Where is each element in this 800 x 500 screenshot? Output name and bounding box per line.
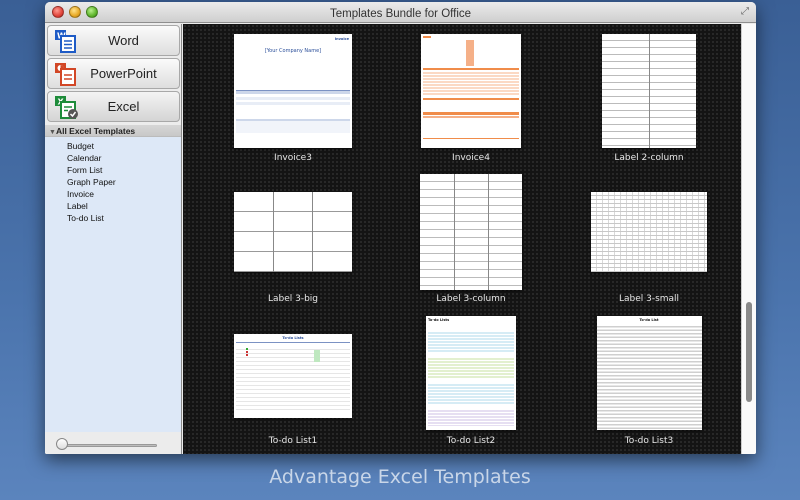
template-preview bbox=[602, 34, 696, 148]
template-caption: To-do List2 bbox=[446, 436, 496, 446]
tree-header-all-excel-templates[interactable]: ▼All Excel Templates bbox=[45, 125, 181, 137]
excel-icon: X bbox=[54, 94, 80, 120]
template-category-tree: ▼All Excel Templates Budget Calendar For… bbox=[45, 125, 181, 433]
slider-knob[interactable] bbox=[56, 438, 68, 450]
fullscreen-icon[interactable]: ⤢ bbox=[739, 6, 751, 18]
close-button[interactable] bbox=[52, 6, 64, 18]
marketing-tagline: Advantage Excel Templates bbox=[269, 466, 531, 488]
app-window: Templates Bundle for Office ⤢ W Word Pow… bbox=[45, 2, 756, 454]
template-preview: To-do List bbox=[596, 316, 702, 430]
template-preview bbox=[420, 174, 522, 290]
excel-button[interactable]: X Excel bbox=[47, 91, 180, 122]
tree-item-calendar[interactable]: Calendar bbox=[45, 152, 181, 164]
template-caption: Label 3-big bbox=[267, 294, 319, 304]
disclosure-triangle-icon[interactable]: ▼ bbox=[49, 129, 56, 136]
template-caption: To-do List1 bbox=[268, 436, 318, 446]
sidebar: W Word PowerPoint X Excel ▼All Excel Tem… bbox=[45, 24, 182, 454]
thumbnail-size-slider[interactable] bbox=[45, 432, 181, 454]
template-todo-list3[interactable]: To-do List To-do List3 bbox=[587, 316, 711, 451]
tree-item-invoice[interactable]: Invoice bbox=[45, 188, 181, 200]
template-caption: Label 3-small bbox=[618, 294, 680, 304]
scrollbar-thumb[interactable] bbox=[746, 302, 752, 402]
template-preview bbox=[234, 192, 352, 272]
template-preview: Invoice [Your Company Name] bbox=[234, 34, 352, 148]
tree-item-graph-paper[interactable]: Graph Paper bbox=[45, 176, 181, 188]
template-preview: To-do Lists bbox=[234, 334, 352, 418]
template-todo-list1[interactable]: To-do Lists To-do List1 bbox=[231, 316, 355, 451]
template-invoice3[interactable]: Invoice [Your Company Name] Invoice3 bbox=[231, 34, 355, 164]
template-caption: Invoice3 bbox=[274, 153, 312, 163]
powerpoint-icon bbox=[54, 61, 80, 87]
word-button[interactable]: W Word bbox=[47, 25, 180, 56]
template-label-3-big[interactable]: Label 3-big bbox=[231, 174, 355, 309]
tree-item-budget[interactable]: Budget bbox=[45, 140, 181, 152]
template-invoice4[interactable]: Invoice4 bbox=[409, 34, 533, 164]
template-label-2-column[interactable]: Label 2-column bbox=[587, 34, 711, 164]
word-label: Word bbox=[108, 33, 139, 48]
tree-item-label[interactable]: Label bbox=[45, 200, 181, 212]
excel-label: Excel bbox=[107, 99, 140, 114]
zoom-button[interactable] bbox=[86, 6, 98, 18]
template-label-3-small[interactable]: Label 3-small bbox=[587, 174, 711, 309]
word-icon: W bbox=[54, 28, 80, 54]
powerpoint-button[interactable]: PowerPoint bbox=[47, 58, 180, 89]
minimize-button[interactable] bbox=[69, 6, 81, 18]
template-label-3-column[interactable]: Label 3-column bbox=[409, 174, 533, 309]
template-gallery: Invoice [Your Company Name] Invoice3 Inv bbox=[183, 24, 741, 454]
template-preview: To-do Lists bbox=[426, 316, 516, 430]
template-caption: Invoice4 bbox=[452, 153, 490, 163]
template-caption: To-do List3 bbox=[624, 436, 674, 446]
template-caption: Label 2-column bbox=[614, 153, 684, 163]
gallery-scrollbar[interactable] bbox=[741, 24, 756, 454]
slider-track[interactable] bbox=[59, 444, 157, 447]
tree-item-form-list[interactable]: Form List bbox=[45, 164, 181, 176]
tree-item-todo-list[interactable]: To-do List bbox=[45, 212, 181, 224]
template-caption: Label 3-column bbox=[436, 294, 506, 304]
window-title: Templates Bundle for Office bbox=[329, 8, 472, 20]
template-preview bbox=[421, 34, 521, 148]
template-preview bbox=[591, 192, 707, 272]
title-bar[interactable]: Templates Bundle for Office ⤢ bbox=[45, 2, 756, 23]
template-todo-list2[interactable]: To-do Lists To-do List2 bbox=[409, 316, 533, 451]
powerpoint-label: PowerPoint bbox=[90, 66, 157, 81]
